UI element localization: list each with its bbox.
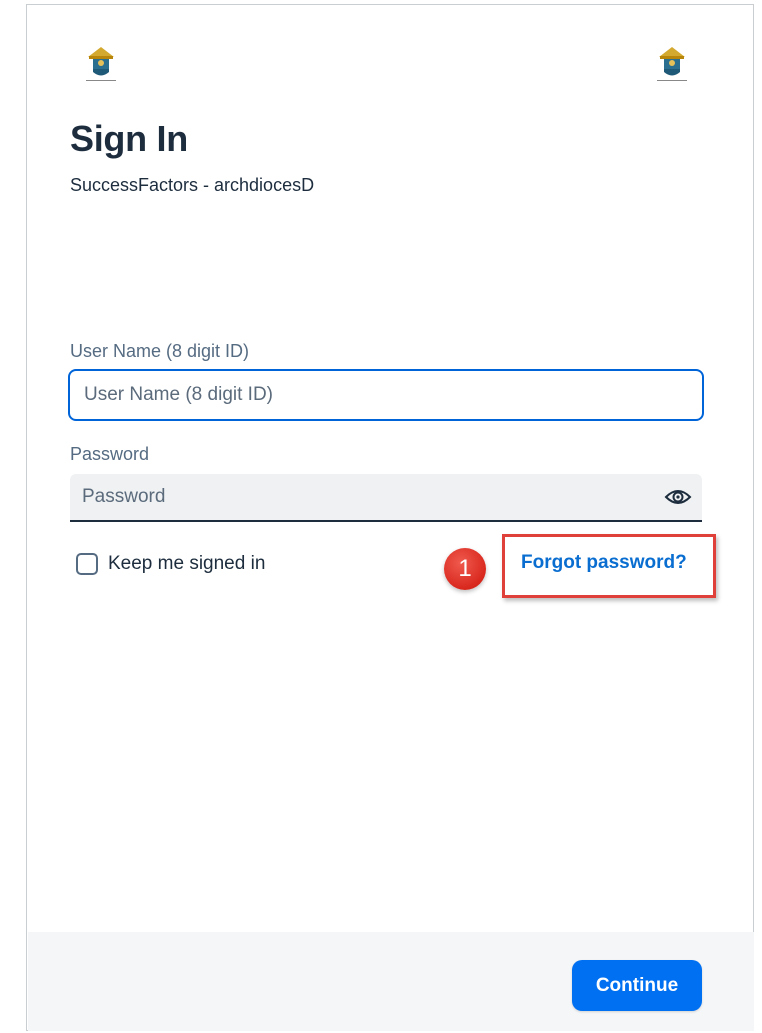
forgot-password-link[interactable]: Forgot password? xyxy=(521,550,687,576)
page-title: Sign In xyxy=(70,118,188,159)
keep-signed-in-label: Keep me signed in xyxy=(108,553,266,574)
password-label: Password xyxy=(70,444,150,464)
username-input[interactable] xyxy=(68,369,704,421)
checkbox-box[interactable] xyxy=(76,553,98,575)
continue-button[interactable]: Continue xyxy=(572,960,702,1011)
crest-logo-icon xyxy=(657,47,687,81)
step-number-badge: 1 xyxy=(444,548,486,590)
eye-icon[interactable] xyxy=(664,485,692,509)
page-subtitle: SuccessFactors - archdiocesD xyxy=(70,175,315,195)
username-label: User Name (8 digit ID) xyxy=(70,341,250,361)
sign-in-panel: Sign In SuccessFactors - archdiocesD Use… xyxy=(26,4,754,1031)
crest-logo-icon xyxy=(86,47,116,81)
password-field xyxy=(70,474,702,522)
keep-signed-in-checkbox[interactable]: Keep me signed in xyxy=(76,550,265,578)
password-input[interactable] xyxy=(70,474,650,520)
